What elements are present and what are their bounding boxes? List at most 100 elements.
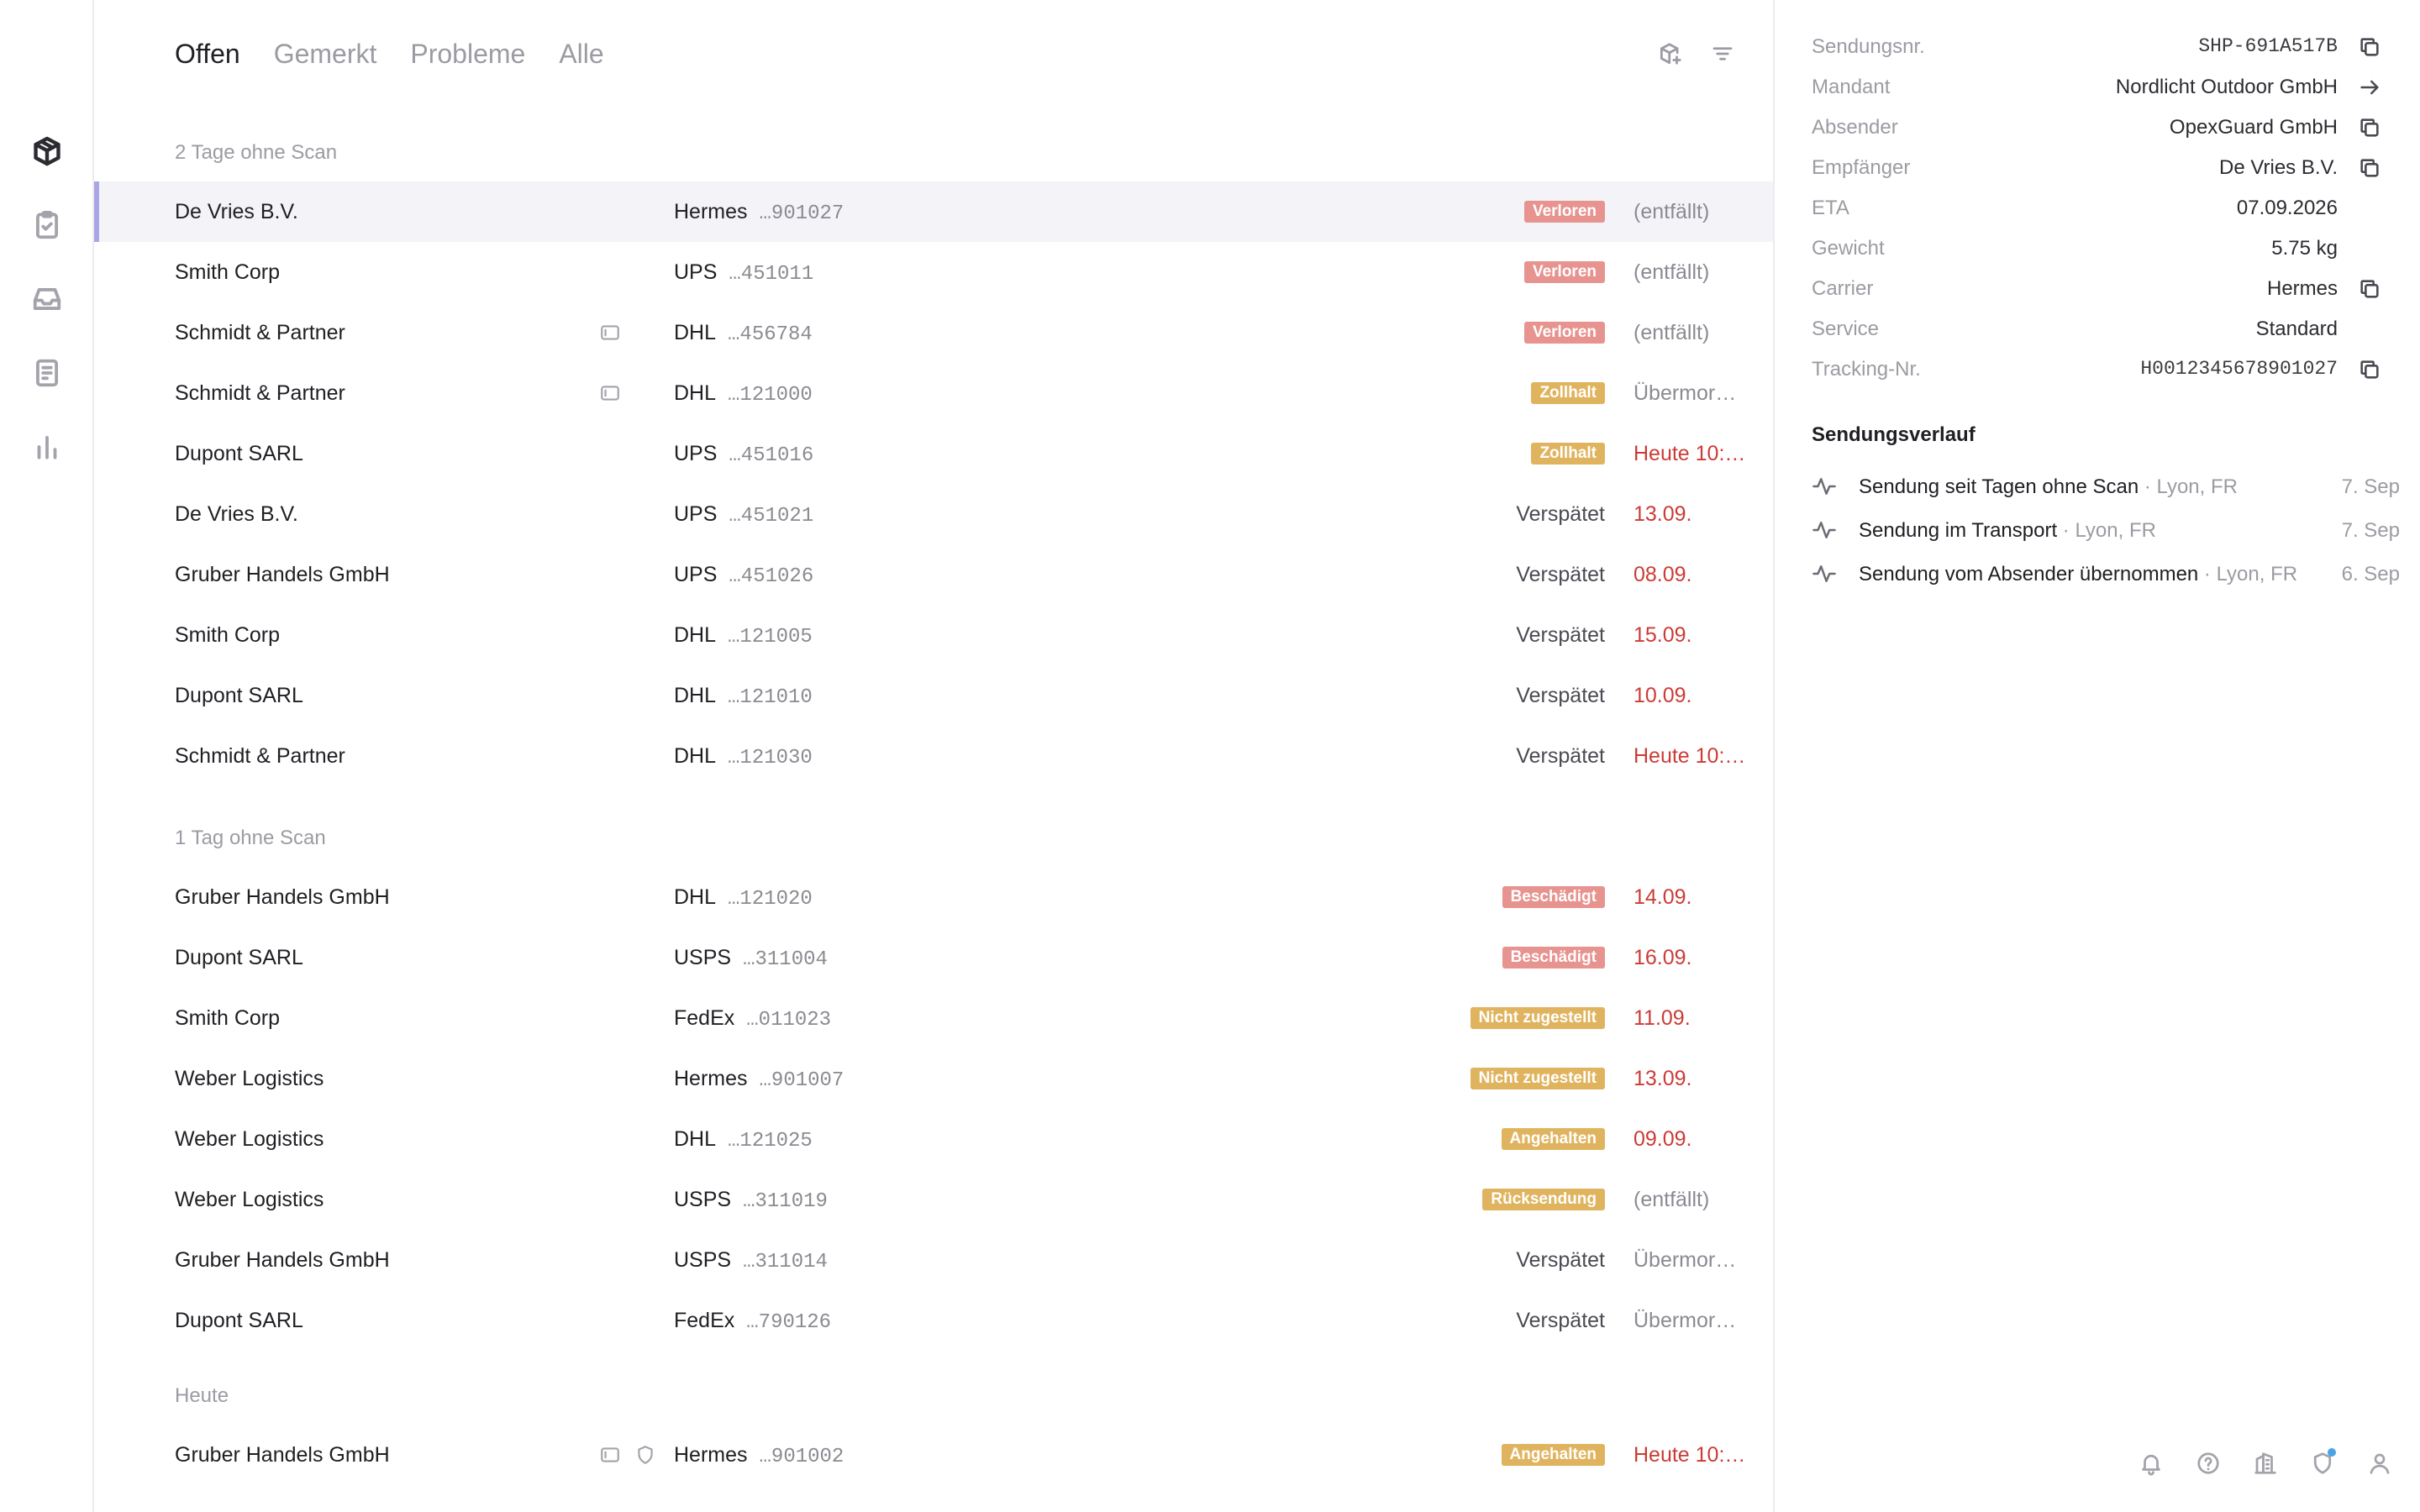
carrier-cell: DHL …121010 [674,684,813,709]
shipment-row[interactable]: Weber Logistics USPS …311019 Rücksendung (en… [94,1169,1773,1230]
carrier-name: USPS [674,946,732,969]
event-text: Sendung im Transport · Lyon, FR [1859,519,2156,543]
tracking-suffix: …011023 [746,1009,832,1032]
nav-reports-button[interactable] [27,427,67,467]
status-badge: Nicht zugestellt [1470,1068,1605,1089]
due-date: 08.09. [1634,563,1692,586]
package-icon [34,136,60,166]
carrier-name: Hermes [674,1067,748,1090]
shipment-row[interactable]: Smith Corp DHL …121005 Verspätet 15.09. [94,605,1773,665]
organization-button[interactable] [2247,1445,2284,1482]
row-indicator-icons [598,321,622,344]
tracking-suffix: …451026 [729,565,814,588]
tracking-suffix: …790126 [746,1311,832,1334]
new-shipment-button[interactable] [1654,37,1687,71]
copy-button[interactable] [2356,34,2383,60]
history-event: Sendung seit Tagen ohne Scan · Lyon, FR 7… [1812,469,2400,502]
activity-icon [1812,474,1839,501]
field-label: Gewicht [1812,237,1885,260]
field-label: Tracking-Nr. [1812,358,1921,381]
group-header: 2 Tage ohne Scan [175,141,338,164]
carrier-name: FedEx [674,1006,735,1030]
tab-gemerkt[interactable]: Gemerkt [274,39,377,70]
shipment-row[interactable]: Weber Logistics DHL …121025 Angehalten 09.09… [94,1109,1773,1169]
filter-icon [1712,47,1733,60]
notifications-button[interactable] [2133,1445,2170,1482]
carrier-cell: UPS …451011 [674,260,813,286]
profile-button[interactable] [2361,1445,2398,1482]
shipment-row[interactable]: Gruber Handels GmbH UPS …451026 Verspätet 08… [94,544,1773,605]
copy-button[interactable] [2356,155,2383,181]
left-nav-rail [0,0,94,1512]
shipment-row[interactable]: Gruber Handels GmbH Hermes …901002 Angehalt… [94,1425,1773,1485]
help-button[interactable] [2190,1445,2227,1482]
carrier-name: UPS [674,563,718,586]
nav-inbox-button[interactable] [27,279,67,319]
shipment-row[interactable]: Smith Corp UPS …451011 Verloren (entfällt) [94,242,1773,302]
shipment-row[interactable]: Smith Corp FedEx …011023 Nicht zugestellt 11… [94,988,1773,1048]
field-value: Nordlicht Outdoor GmbH [2115,76,2338,98]
shipment-row[interactable]: Schmidt & Partner DHL …456784 Verloren (entf… [94,302,1773,363]
nav-shipments-button[interactable] [27,131,67,171]
carrier-name: DHL [674,381,717,405]
package-add-icon [1660,43,1681,65]
nav-documents-button[interactable] [27,353,67,393]
status-cell: Verloren [1523,318,1605,348]
status-badge: Zollhalt [1531,443,1605,465]
copy-button[interactable] [2356,114,2383,141]
status-cell: Zollhalt [1531,438,1605,469]
customer-name: Dupont SARL [175,946,303,969]
shipment-row[interactable]: Dupont SARL DHL …121010 Verspätet 10.09. [94,665,1773,726]
carrier-cell: DHL …121005 [674,623,813,648]
due-date: 13.09. [1634,502,1692,526]
due-date: (entfällt) [1634,200,1710,223]
filter-button[interactable] [1706,37,1739,71]
due-date: (entfällt) [1634,1188,1710,1211]
tracking-suffix: …121010 [728,686,813,709]
shipment-row[interactable]: Dupont SARL USPS …311004 Beschädigt 16.09. [94,927,1773,988]
open-button[interactable] [2356,74,2383,101]
customer-name: Schmidt & Partner [175,381,345,405]
shipment-row[interactable]: Schmidt & Partner DHL …121030 Verspätet Heut… [94,726,1773,786]
shipment-row[interactable]: Gruber Handels GmbH DHL …121020 Beschädigt 1… [94,867,1773,927]
shipment-row[interactable]: Dupont SARL UPS …451016 Zollhalt Heute 10:… [94,423,1773,484]
shipment-row[interactable]: Weber Logistics Hermes …901007 Nicht zugest… [94,1048,1773,1109]
carrier-cell: DHL …121030 [674,744,813,769]
carrier-name: UPS [674,502,718,526]
tracking-suffix: …121005 [728,626,813,648]
notification-dot [2328,1448,2336,1457]
tracking-suffix: …311019 [743,1190,828,1213]
status-cell: Nicht zugestellt [1470,1063,1605,1094]
status-badge: Angehalten [1501,1128,1605,1150]
shipment-row[interactable]: Dupont SARL FedEx …790126 Verspätet Übermor… [94,1290,1773,1351]
event-text: Sendung vom Absender übernommen · Lyon, … [1859,563,2297,586]
tab-offen[interactable]: Offen [175,39,240,70]
customer-name: Gruber Handels GmbH [175,563,390,586]
bar-chart-icon [37,436,57,459]
user-icon [2370,1453,2390,1474]
shipment-row[interactable]: Gruber Handels GmbH USPS …311014 Verspätet Ü… [94,1230,1773,1290]
carrier-cell: Hermes …901027 [674,200,844,225]
group-header: 1 Tag ohne Scan [175,827,326,849]
due-date: 16.09. [1634,946,1692,969]
tab-alle[interactable]: Alle [559,39,603,70]
tab-probleme[interactable]: Probleme [410,39,525,70]
shipment-detail-panel: Sendungsnr. SHP-691A517B Mandant Nordlicht … [1773,0,2420,1512]
status-text: Verspätet [1516,1247,1605,1272]
shipment-row[interactable]: De Vries B.V. Hermes …901027 Verloren (entfä… [94,181,1773,242]
field-label: Empfänger [1812,156,1911,179]
list-toolbar [1654,37,1739,71]
status-cell: Beschädigt [1502,942,1605,973]
nav-tasks-button[interactable] [27,205,67,245]
copy-button[interactable] [2356,276,2383,302]
carrier-cell: USPS …311014 [674,1248,828,1273]
event-location: · Lyon, FR [2139,475,2238,498]
due-date: 14.09. [1634,885,1692,909]
carrier-cell: Hermes …901002 [674,1443,844,1468]
carrier-cell: UPS …451026 [674,563,813,588]
event-title: Sendung im Transport [1859,519,2058,542]
copy-button[interactable] [2356,356,2383,383]
shipment-row[interactable]: Schmidt & Partner DHL …121000 Zollhalt Überm… [94,363,1773,423]
security-button[interactable] [2304,1445,2341,1482]
shipment-row[interactable]: De Vries B.V. UPS …451021 Verspätet 13.09. [94,484,1773,544]
